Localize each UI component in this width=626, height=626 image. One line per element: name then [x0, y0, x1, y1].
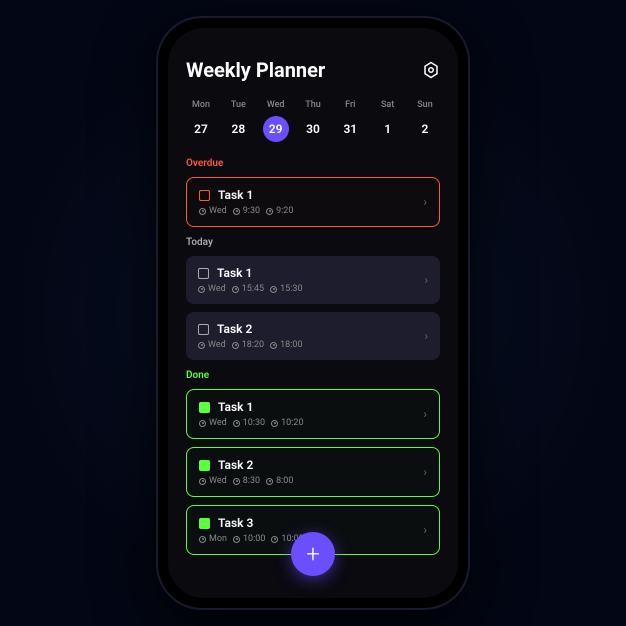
clock-icon	[233, 208, 240, 215]
clock-icon	[233, 478, 240, 485]
checkbox-icon[interactable]	[199, 518, 210, 529]
day-name: Tue	[231, 100, 246, 110]
day-number: 30	[300, 116, 326, 142]
clock-icon	[266, 478, 273, 485]
day-number: 1	[375, 116, 401, 142]
clock-icon	[271, 536, 278, 543]
plus-icon: +	[306, 542, 320, 566]
chevron-right-icon: ›	[423, 195, 427, 209]
day-name: Sun	[417, 100, 432, 110]
chevron-right-icon: ›	[424, 329, 428, 343]
task-meta: Mon 10:00 10:00	[199, 534, 304, 544]
task-content: Task 2 Wed 8:30 8:00	[199, 458, 293, 486]
chevron-right-icon: ›	[423, 523, 427, 537]
task-card[interactable]: Task 2 Wed 8:30 8:00 ›	[186, 447, 440, 497]
section-label: Today	[186, 237, 440, 248]
day-name: Fri	[345, 100, 355, 110]
calendar-icon	[199, 420, 206, 427]
day-name: Sat	[381, 100, 394, 110]
clock-icon	[266, 208, 273, 215]
checkbox-icon[interactable]	[199, 190, 210, 201]
task-content: Task 2 Wed 18:20 18:00	[198, 322, 303, 350]
calendar-icon	[199, 208, 206, 215]
task-meta: Wed 9:30 9:20	[199, 206, 293, 216]
chevron-right-icon: ›	[424, 273, 428, 287]
calendar-icon	[199, 478, 206, 485]
add-task-button[interactable]: +	[291, 532, 335, 576]
task-card[interactable]: Task 2 Wed 18:20 18:00 ›	[186, 312, 440, 360]
task-meta: Wed 15:45 15:30	[198, 284, 303, 294]
chevron-right-icon: ›	[423, 407, 427, 421]
day-number: 29	[263, 116, 289, 142]
task-title: Task 2	[217, 322, 252, 336]
calendar-icon	[199, 536, 206, 543]
day-fri[interactable]: Fri 31	[335, 100, 365, 142]
section-label: Overdue	[186, 158, 440, 169]
chevron-right-icon: ›	[423, 465, 427, 479]
task-card[interactable]: Task 1 Wed 9:30 9:20 ›	[186, 177, 440, 227]
day-number: 27	[188, 116, 214, 142]
task-meta: Wed 18:20 18:00	[198, 340, 303, 350]
week-selector: Mon 27 Tue 28 Wed 29 Thu 30 Fri 31 Sat 1	[186, 100, 440, 142]
day-sun[interactable]: Sun 2	[410, 100, 440, 142]
task-title: Task 1	[217, 266, 252, 280]
clock-icon	[233, 420, 240, 427]
task-title: Task 3	[218, 516, 253, 530]
task-card[interactable]: Task 1 Wed 15:45 15:30 ›	[186, 256, 440, 304]
task-card[interactable]: Task 1 Wed 10:30 10:20 ›	[186, 389, 440, 439]
section-overdue: Overdue Task 1 Wed 9:30 9:20 ›	[186, 158, 440, 227]
checkbox-icon[interactable]	[199, 402, 210, 413]
task-content: Task 3 Mon 10:00 10:00	[199, 516, 304, 544]
header: Weekly Planner	[186, 58, 440, 82]
settings-icon[interactable]	[422, 61, 440, 79]
day-thu[interactable]: Thu 30	[298, 100, 328, 142]
calendar-icon	[198, 286, 205, 293]
task-meta: Wed 10:30 10:20	[199, 418, 304, 428]
day-sat[interactable]: Sat 1	[373, 100, 403, 142]
calendar-icon	[198, 342, 205, 349]
checkbox-icon[interactable]	[198, 268, 209, 279]
task-title: Task 2	[218, 458, 253, 472]
task-meta: Wed 8:30 8:00	[199, 476, 293, 486]
clock-icon	[270, 286, 277, 293]
checkbox-icon[interactable]	[199, 460, 210, 471]
task-content: Task 1 Wed 9:30 9:20	[199, 188, 293, 216]
day-number: 28	[225, 116, 251, 142]
day-number: 31	[337, 116, 363, 142]
phone-frame: Weekly Planner Mon 27 Tue 28 Wed 29	[158, 18, 468, 608]
day-number: 2	[412, 116, 438, 142]
task-title: Task 1	[218, 188, 253, 202]
task-content: Task 1 Wed 15:45 15:30	[198, 266, 303, 294]
day-tue[interactable]: Tue 28	[223, 100, 253, 142]
day-mon[interactable]: Mon 27	[186, 100, 216, 142]
section-label: Done	[186, 370, 440, 381]
section-done: Done Task 1 Wed 10:30 10:20 ›	[186, 370, 440, 555]
page-title: Weekly Planner	[186, 58, 325, 82]
checkbox-icon[interactable]	[198, 324, 209, 335]
task-title: Task 1	[218, 400, 253, 414]
clock-icon	[271, 420, 278, 427]
day-name: Thu	[305, 100, 321, 110]
day-name: Wed	[267, 100, 285, 110]
screen: Weekly Planner Mon 27 Tue 28 Wed 29	[168, 28, 458, 598]
clock-icon	[233, 536, 240, 543]
clock-icon	[232, 342, 239, 349]
task-content: Task 1 Wed 10:30 10:20	[199, 400, 304, 428]
day-wed[interactable]: Wed 29	[261, 100, 291, 142]
day-name: Mon	[192, 100, 210, 110]
clock-icon	[270, 342, 277, 349]
clock-icon	[232, 286, 239, 293]
section-today: Today Task 1 Wed 15:45 15:30 ›	[186, 237, 440, 360]
